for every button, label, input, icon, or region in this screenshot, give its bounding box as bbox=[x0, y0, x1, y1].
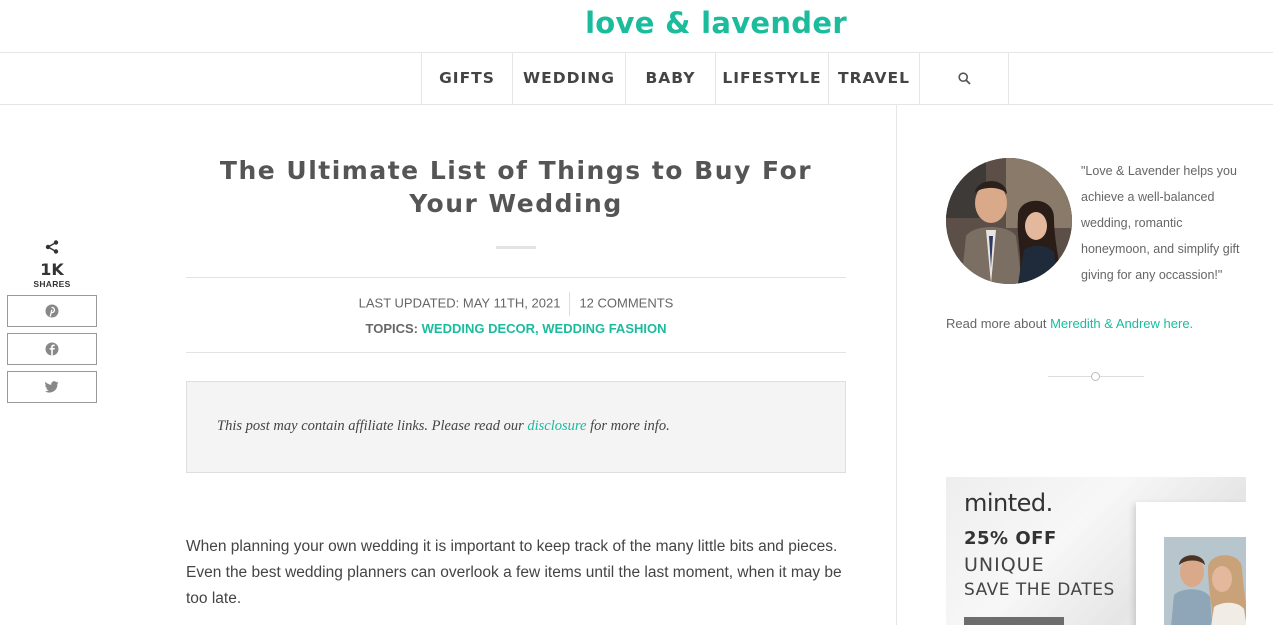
read-more-link[interactable]: Meredith & Andrew here. bbox=[1050, 316, 1193, 331]
twitter-share-button[interactable] bbox=[7, 371, 97, 403]
nav-item-travel[interactable]: TRAVEL bbox=[829, 53, 920, 104]
site-logo[interactable]: love & lavender bbox=[0, 6, 1273, 40]
share-bar: 1K SHARES bbox=[7, 240, 97, 403]
sidebar-ornament-dot bbox=[1091, 372, 1100, 381]
author-photo bbox=[946, 158, 1072, 284]
nav-item-gifts[interactable]: GIFTS bbox=[422, 53, 513, 104]
topics-label: TOPICS: bbox=[365, 321, 419, 336]
nav-item-baby[interactable]: BABY bbox=[626, 53, 716, 104]
last-updated: LAST UPDATED: MAY 11TH, 2021 bbox=[358, 295, 561, 311]
facebook-share-button[interactable] bbox=[7, 333, 97, 365]
ad-headline-line-1: UNIQUE bbox=[964, 554, 1045, 576]
disclosure-text: This post may contain affiliate links. P… bbox=[217, 418, 524, 434]
pinterest-share-button[interactable] bbox=[7, 295, 97, 327]
nav-item-wedding[interactable]: WEDDING bbox=[513, 53, 626, 104]
minted-ad-banner[interactable]: minted. 25% OFF UNIQUE SAVE THE DATES bbox=[946, 477, 1246, 625]
topic-link-wedding-decor[interactable]: WEDDING DECOR bbox=[422, 321, 535, 336]
sidebar-divider bbox=[896, 105, 897, 625]
ad-card-image bbox=[1136, 502, 1246, 625]
article-topics: TOPICS: WEDDING DECOR, WEDDING FASHION bbox=[186, 321, 846, 336]
twitter-icon bbox=[45, 381, 59, 393]
read-more: Read more about Meredith & Andrew here. bbox=[946, 316, 1193, 331]
ad-couple-photo bbox=[1164, 537, 1246, 625]
title-underline bbox=[496, 246, 536, 249]
share-label: SHARES bbox=[33, 279, 71, 289]
disclosure-text-end: for more info. bbox=[590, 418, 670, 434]
ad-brand: minted. bbox=[964, 489, 1053, 517]
facebook-icon bbox=[45, 342, 59, 356]
article-title: The Ultimate List of Things to Buy For Y… bbox=[219, 156, 813, 218]
share-count: 1K bbox=[40, 260, 64, 279]
main-navigation: GIFTS WEDDING BABY LIFESTYLE TRAVEL bbox=[0, 53, 1273, 105]
about-quote: "Love & Lavender helps you achieve a wel… bbox=[1081, 164, 1240, 282]
site-logo-text: love & lavender bbox=[585, 6, 847, 40]
topic-link-wedding-fashion[interactable]: WEDDING FASHION bbox=[542, 321, 666, 336]
read-more-text: Read more about bbox=[946, 316, 1047, 331]
nav-item-lifestyle[interactable]: LIFESTYLE bbox=[716, 53, 829, 104]
search-icon bbox=[957, 72, 971, 85]
meta-separator bbox=[569, 292, 571, 316]
nav-menu: GIFTS WEDDING BABY LIFESTYLE TRAVEL bbox=[421, 53, 1009, 104]
ad-offer: 25% OFF bbox=[964, 528, 1057, 549]
ad-headline-line-2: SAVE THE DATES bbox=[964, 580, 1115, 600]
meta-divider-bottom bbox=[186, 352, 846, 353]
share-icon bbox=[45, 240, 59, 254]
author-avatar bbox=[946, 158, 1072, 284]
article-intro: When planning your own wedding it is imp… bbox=[186, 538, 842, 607]
meta-divider-top bbox=[186, 277, 846, 278]
pinterest-icon bbox=[45, 304, 59, 318]
comments-link[interactable]: 12 COMMENTS bbox=[579, 295, 673, 310]
search-button[interactable] bbox=[920, 53, 1009, 104]
share-summary: 1K SHARES bbox=[7, 240, 97, 289]
disclosure-link[interactable]: disclosure bbox=[527, 418, 586, 434]
ad-shop-button[interactable] bbox=[964, 617, 1064, 625]
topic-separator: , bbox=[535, 321, 539, 336]
affiliate-disclosure: This post may contain affiliate links. P… bbox=[186, 381, 846, 473]
article-meta: LAST UPDATED: MAY 11TH, 2021 12 COMMENTS bbox=[186, 292, 846, 316]
